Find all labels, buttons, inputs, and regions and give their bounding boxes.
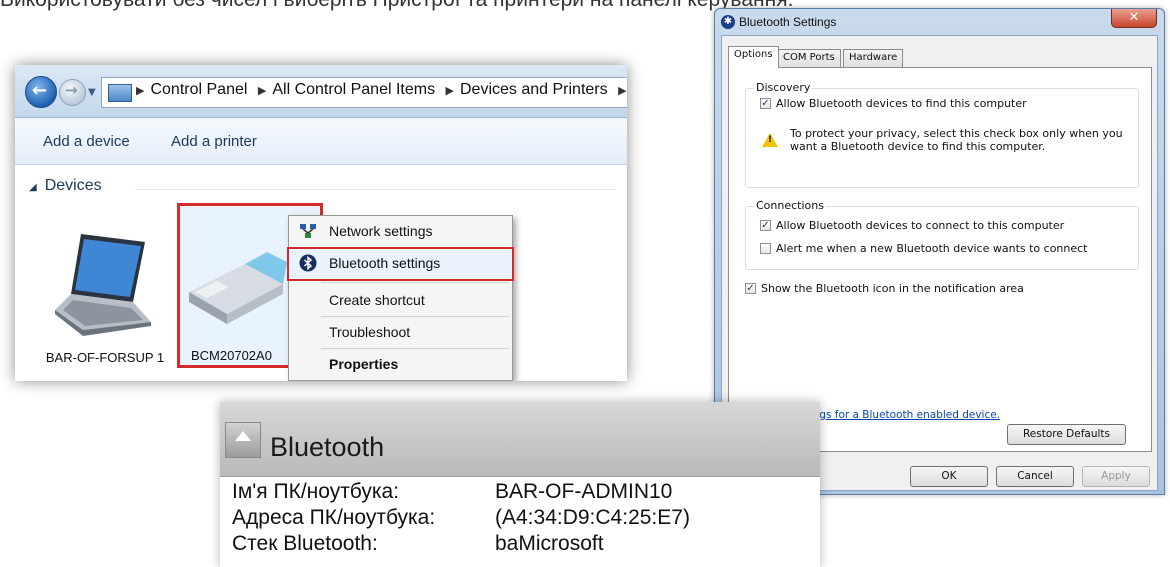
add-printer-button[interactable]: Add a printer [171,133,257,150]
menu-item-properties[interactable]: Properties [289,350,512,380]
info-row-bt-stack: Стек Bluetooth: baMicrosoft [232,532,604,556]
device-label-laptop[interactable]: BAR-OF-FORSUP 1 [35,348,175,367]
collapse-button[interactable] [225,422,261,458]
breadcrumb-control-panel[interactable]: Control Panel [150,81,247,98]
ok-button[interactable]: OK [910,466,988,487]
privacy-warning-text: To protect your privacy, select this che… [790,127,1123,153]
menu-label: Bluetooth settings [329,255,441,271]
info-value: BAR-OF-ADMIN10 [495,480,673,503]
allow-connect-checkbox[interactable]: ✓ [760,220,771,231]
devices-section-header[interactable]: ◢ Devices [29,177,102,195]
history-dropdown-icon[interactable]: ▼ [88,87,96,98]
info-row-pc-address: Адреса ПК/ноутбука: (A4:34:D9:C4:25:E7) [232,506,690,530]
restore-defaults-button[interactable]: Restore Defaults [1007,424,1126,445]
info-label: Адреса ПК/ноутбука: [232,506,436,529]
show-icon-label: Show the Bluetooth icon in the notificat… [761,282,1024,295]
menu-label: Properties [329,356,399,372]
usb-adapter-icon[interactable] [187,240,287,326]
info-label: Стек Bluetooth: [232,532,378,555]
breadcrumb-devices-printers[interactable]: Devices and Printers [460,81,608,98]
triangle-up-icon [235,431,251,441]
add-device-button[interactable]: Add a device [43,133,130,150]
info-label: Ім'я ПК/ноутбука: [232,480,400,503]
menu-separator [321,282,509,283]
options-panel: Discovery ✓ Allow Bluetooth devices to f… [728,67,1152,452]
devices-and-printers-window: ← → ▼ ▶ Control Panel ▶ All Control Panel … [15,65,627,381]
menu-label: Troubleshoot [329,324,411,340]
collapse-triangle-icon: ◢ [29,182,37,193]
menu-separator [321,316,509,317]
address-bar-area: ← → ▼ ▶ Control Panel ▶ All Control Panel … [15,65,627,118]
info-panel-title: Bluetooth [270,432,385,462]
warning-icon: ! [762,133,778,147]
info-value: baMicrosoft [495,532,604,555]
menu-label: Network settings [329,223,433,239]
forward-button[interactable]: → [59,79,86,106]
breadcrumb: ▶ Control Panel ▶ All Control Panel Items … [136,81,627,98]
show-icon-checkbox[interactable]: ✓ [745,283,756,294]
tab-hardware[interactable]: Hardware [843,49,904,67]
close-button[interactable]: ✕ [1111,9,1157,28]
allow-find-label: Allow Bluetooth devices to find this com… [776,97,1027,110]
control-panel-icon [108,84,132,102]
tab-options[interactable]: Options [728,46,779,68]
cancel-button[interactable]: Cancel [996,466,1074,487]
laptop-icon[interactable] [53,230,153,338]
context-menu: Network settings Bluetooth settings Crea… [287,215,514,381]
alert-new-label: Alert me when a new Bluetooth device wan… [776,242,1088,255]
breadcrumb-all-items[interactable]: All Control Panel Items [272,81,435,98]
menu-label: Create shortcut [329,292,425,308]
discovery-group: Discovery ✓ Allow Bluetooth devices to f… [745,81,1139,188]
bluetooth-icon [299,254,317,272]
menu-item-troubleshoot[interactable]: Troubleshoot [289,318,512,348]
bluetooth-icon: ✱ [721,15,735,29]
command-bar: Add a device Add a printer [15,118,627,165]
info-value: (A4:34:D9:C4:25:E7) [495,506,690,529]
discovery-title: Discovery [754,81,813,94]
alert-new-checkbox[interactable] [760,243,771,254]
menu-item-create-shortcut[interactable]: Create shortcut [289,286,512,316]
menu-item-network-settings[interactable]: Network settings [289,217,512,247]
menu-separator [321,348,509,349]
network-icon [300,224,316,238]
address-field[interactable]: ▶ Control Panel ▶ All Control Panel Items … [101,77,627,108]
tab-com-ports[interactable]: COM Ports [777,49,841,67]
bluetooth-info-panel: Bluetooth Ім'я ПК/ноутбука: BAR-OF-ADMIN… [220,402,820,567]
dialog-title: Bluetooth Settings [739,15,837,29]
allow-find-checkbox[interactable]: ✓ [760,98,771,109]
allow-connect-label: Allow Bluetooth devices to connect to th… [776,219,1065,232]
back-button[interactable]: ← [25,76,57,108]
arrow-left-icon: ← [32,80,48,101]
section-divider [135,189,615,190]
devices-header-label: Devices [44,177,102,194]
connections-title: Connections [754,199,826,212]
menu-item-bluetooth-settings[interactable]: Bluetooth settings [287,247,514,281]
arrow-right-icon: → [65,81,78,99]
info-panel-header: Bluetooth [220,402,820,477]
connections-group: Connections ✓ Allow Bluetooth devices to… [745,199,1139,270]
info-row-pc-name: Ім'я ПК/ноутбука: BAR-OF-ADMIN10 [232,480,672,504]
apply-button[interactable]: Apply [1082,466,1150,487]
